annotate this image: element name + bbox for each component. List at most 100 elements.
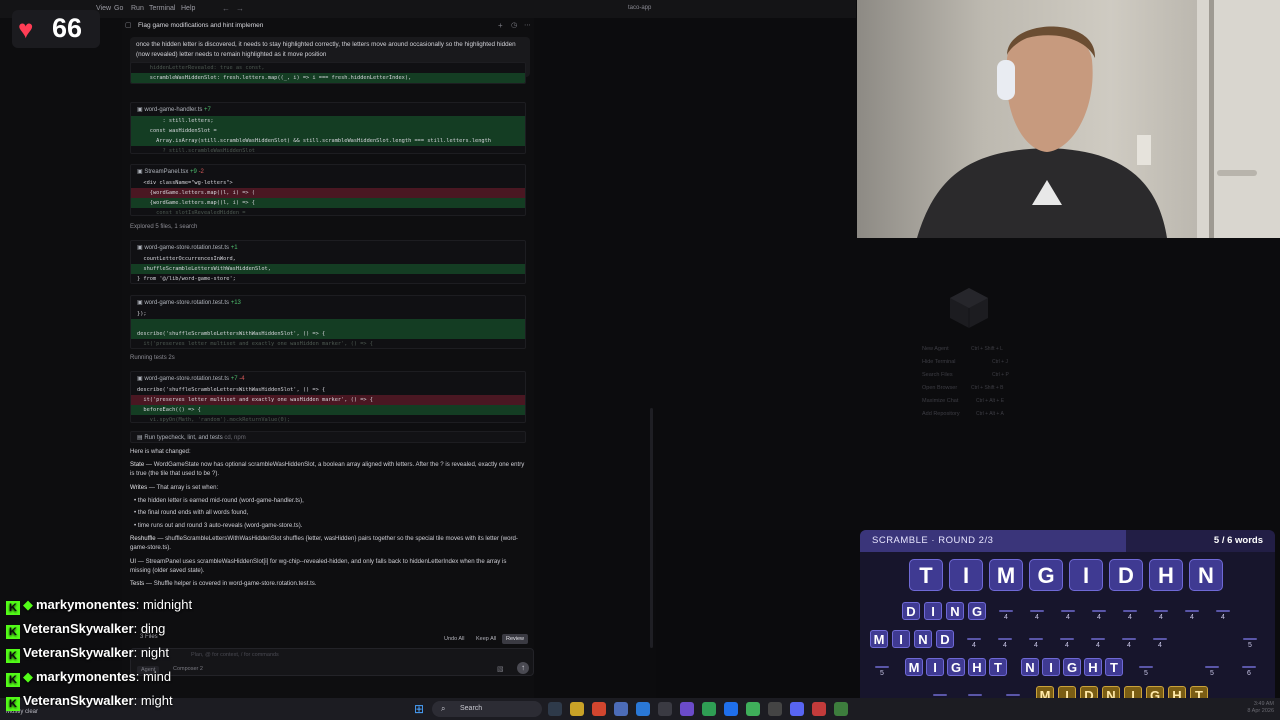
more-icon[interactable]: ⋯ <box>524 21 531 29</box>
shortcut-label[interactable]: Open Browser <box>922 385 957 391</box>
summary-writes: Writes — That array is set when: <box>130 484 219 491</box>
agent-chat-panel: ▢ Flag game modifications and hint imple… <box>122 18 534 698</box>
found-word-letter: T <box>1105 658 1123 676</box>
word-slot: 5 <box>1137 664 1155 680</box>
found-word-letter: H <box>1084 658 1102 676</box>
cursor-app-icon[interactable] <box>658 702 672 716</box>
app-icon[interactable] <box>834 702 848 716</box>
menu-terminal[interactable]: Terminal <box>149 5 175 12</box>
steam-icon[interactable] <box>724 702 738 716</box>
diff-filename: word-game-store.rotation.test.ts <box>144 245 230 251</box>
discord-icon[interactable] <box>790 702 804 716</box>
diff-filename: StreamPanel.tsx <box>144 169 189 175</box>
explored-status[interactable]: Explored 5 files, 1 search <box>130 224 197 230</box>
code-line: describe('shuffleScrambleLettersWithWasH… <box>131 329 525 339</box>
state-label: State <box>130 461 145 468</box>
scrollbar[interactable] <box>650 408 653 648</box>
diff-file-header[interactable]: ▣ word-game-handler.ts +7 <box>131 103 525 116</box>
code-line: describe('shuffleScrambleLettersWithWasH… <box>137 387 326 393</box>
shortcut-keys: Ctrl + P <box>992 372 1009 378</box>
shortcut-keys: Ctrl + Alt + A <box>976 411 1004 417</box>
diamond-badge-icon: ◆ <box>23 597 33 612</box>
run-command-row[interactable]: ▤ Run typecheck, lint, and tests cd, npm <box>130 431 526 443</box>
scramble-letter-tile: H <box>1149 559 1183 591</box>
user-message-text: once the hidden letter is discovered, it… <box>136 41 516 58</box>
app-icon[interactable] <box>768 702 782 716</box>
chat-username: VeteranSkywalker <box>23 645 134 660</box>
code-line: <div className="wg-letters"> <box>137 180 233 186</box>
run-command-note: cd, npm <box>224 435 246 441</box>
diff-filename: word-game-handler.ts <box>144 107 203 113</box>
ui-label: UI <box>130 558 137 565</box>
keep-all-button[interactable]: Keep All <box>472 634 500 644</box>
send-icon[interactable]: ↑ <box>517 662 529 674</box>
xbox-icon[interactable] <box>746 702 760 716</box>
word-slot: 5 <box>1241 636 1259 652</box>
bullet-text: the hidden letter is earned mid-round (w… <box>137 497 304 504</box>
found-word-letter: I <box>1042 658 1060 676</box>
menu-help[interactable]: Help <box>181 5 195 12</box>
image-icon[interactable]: ▧ <box>497 665 504 673</box>
panel-icon[interactable]: ▢ <box>125 21 132 29</box>
composer-box[interactable]: Plan, @ for context, / for commands Agen… <box>130 648 534 676</box>
vscode-icon[interactable] <box>636 702 650 716</box>
diff-block: ▣ StreamPanel.tsx +9 -2 <div className="… <box>130 164 526 216</box>
run-command-text: Run typecheck, lint, and tests <box>144 435 223 441</box>
diff-file-header[interactable]: ▣ word-game-store.rotation.test.ts +1 <box>131 241 525 254</box>
history-icon[interactable]: ◷ <box>511 21 517 29</box>
chat-tab-title[interactable]: Flag game modifications and hint impleme… <box>138 22 263 29</box>
taskbar-search[interactable]: ⌕ Search <box>432 701 542 717</box>
shortcut-keys: Ctrl + Alt + E <box>976 398 1005 404</box>
diff-removed-count: -4 <box>239 376 245 382</box>
app-icon[interactable] <box>680 702 694 716</box>
back-arrow-icon[interactable]: ← <box>222 4 230 13</box>
shortcut-keys: Ctrl + Shift + L <box>971 346 1003 352</box>
word-slot: 4 <box>1183 608 1201 624</box>
code-line: shuffleScrambleLettersWithWasHiddenSlot, <box>131 264 525 274</box>
new-chat-icon[interactable]: + <box>498 21 503 30</box>
undo-all-button[interactable]: Undo All <box>440 634 469 644</box>
word-slot: 5 <box>1203 664 1221 680</box>
review-button[interactable]: Review <box>502 634 529 644</box>
browser-icon[interactable] <box>592 702 606 716</box>
found-word-letter: H <box>968 658 986 676</box>
composer-input[interactable]: Plan, @ for context, / for commands <box>191 652 279 658</box>
summary-reshuffle: Reshuffle — shuffleScrambleLettersWithWa… <box>130 535 518 551</box>
word-slot: 5 <box>873 664 891 680</box>
stream-chat-message: K VeteranSkywalker: might <box>6 693 173 711</box>
empty-editor-area: New Agent Ctrl + Shift + L Hide Terminal… <box>656 238 1280 530</box>
chat-text: midnight <box>142 597 193 612</box>
diff-file-header[interactable]: ▣ StreamPanel.tsx +9 -2 <box>131 165 525 178</box>
word-slot: 4 <box>1120 636 1138 652</box>
model-selector[interactable]: Composer 2 <box>173 666 203 672</box>
found-word-letter: G <box>1063 658 1081 676</box>
diff-file-header[interactable]: ▣ word-game-store.rotation.test.ts +13 <box>131 296 525 309</box>
menu-go[interactable]: Go <box>114 5 123 12</box>
system-clock[interactable]: 3:49 AM 8 Apr 2026 <box>1247 701 1274 715</box>
word-slot: 4 <box>1027 636 1045 652</box>
webcam-person-image <box>917 0 1280 238</box>
heart-count: 66 <box>52 13 83 43</box>
app-icon[interactable] <box>614 702 628 716</box>
code-line: beforeEach(() => { <box>131 405 525 415</box>
chrome-icon[interactable] <box>702 702 716 716</box>
diff-file-header[interactable]: ▣ word-game-store.rotation.test.ts +7 -4 <box>131 372 525 385</box>
summary-ui: UI — StreamPanel uses scrambleWasHiddenS… <box>130 558 507 574</box>
forward-arrow-icon[interactable]: → <box>236 4 244 13</box>
shortcut-label[interactable]: Hide Terminal <box>922 359 956 365</box>
taskbar: Mostly clear ⊞ ⌕ Search 3:49 AM 8 Apr 20… <box>0 698 1280 720</box>
code-line: {wordGame.letters.map((l, i) => ( <box>131 188 525 198</box>
found-word-letter: D <box>902 602 920 620</box>
menu-run[interactable]: Run <box>131 5 144 12</box>
shortcut-keys: Ctrl + J <box>992 359 1008 365</box>
app-icon[interactable] <box>812 702 826 716</box>
shortcut-label[interactable]: New Agent <box>922 346 949 352</box>
shortcut-label[interactable]: Search Files <box>922 372 953 378</box>
running-tests-status[interactable]: Running tests 2s <box>130 355 175 361</box>
shortcut-label[interactable]: Maximize Chat <box>922 398 958 404</box>
windows-start-icon[interactable]: ⊞ <box>414 702 424 716</box>
found-word-letter: I <box>892 630 910 648</box>
shortcut-label[interactable]: Add Repository <box>922 411 960 417</box>
file-explorer-icon[interactable] <box>570 702 584 716</box>
task-view-icon[interactable] <box>548 702 562 716</box>
